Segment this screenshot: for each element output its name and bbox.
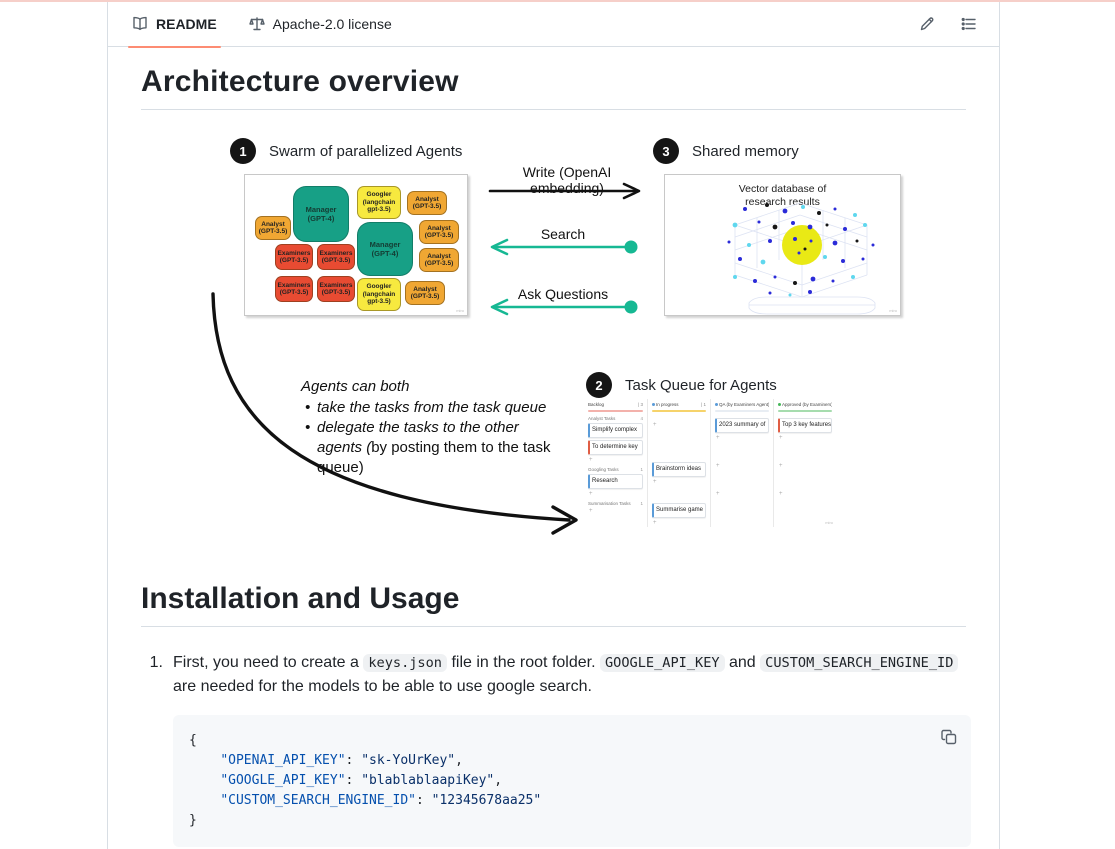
- inline-code-google-api-key: GOOGLE_API_KEY: [600, 654, 725, 672]
- task-card: Summarise game: [652, 503, 706, 518]
- agent-box: Manager(GPT-4): [357, 222, 413, 276]
- watermark: miro: [889, 308, 897, 313]
- step2-badge: 2: [586, 372, 612, 398]
- tab-license-label: Apache-2.0 license: [273, 16, 392, 32]
- agent-box: Googler(langchain gpt-3.5): [357, 186, 401, 219]
- agents-note-bullet: take the tasks from the task queue: [301, 398, 561, 418]
- readme-tabbar: README Apache-2.0 license: [108, 2, 999, 47]
- book-icon: [132, 16, 148, 32]
- install-step-1: 1. First, you need to create a keys.json…: [141, 651, 966, 699]
- tab-license[interactable]: Apache-2.0 license: [241, 2, 400, 47]
- kanban-column-approved: Approved (by Examiners)| 1 Top 3 key fea…: [773, 399, 836, 527]
- inline-code-search-engine-id: CUSTOM_SEARCH_ENGINE_ID: [760, 654, 958, 672]
- copy-code-button[interactable]: [935, 723, 963, 751]
- step1-badge: 1: [230, 138, 256, 164]
- task-card: Brainstorm ideas: [652, 462, 706, 477]
- kanban-column-qa: QA (by Examiners Agent)| 1 2023 summary …: [710, 399, 773, 527]
- inline-code-keys-json: keys.json: [363, 654, 447, 672]
- agent-box: Analyst(GPT-3.5): [419, 220, 459, 244]
- readme-body: Architecture overview 1 Swarm of paralle…: [108, 47, 999, 847]
- agents-note: Agents can both take the tasks from the …: [301, 377, 561, 478]
- readme-card: README Apache-2.0 license: [107, 2, 1000, 849]
- heading-installation: Installation and Usage: [141, 582, 966, 627]
- task-card: Top 3 key features: [778, 418, 832, 433]
- architecture-diagram: 1 Swarm of parallelized Agents Analyst(G…: [141, 122, 966, 542]
- agents-note-bullet: delegate the tasks to the other agents (…: [301, 418, 561, 478]
- task-card: Research: [588, 474, 643, 489]
- agent-box: Analyst(GPT-3.5): [419, 248, 459, 272]
- install-step-text: First, you need to create a keys.json fi…: [173, 651, 966, 699]
- tab-readme[interactable]: README: [124, 2, 225, 47]
- agent-box: Manager(GPT-4): [293, 186, 349, 242]
- search-arrow: [488, 239, 640, 255]
- list-icon: [961, 16, 977, 32]
- agent-box: Examiners(GPT-3.5): [317, 244, 355, 270]
- code-line: "GOOGLE_API_KEY": "blablablaapiKey",: [189, 771, 955, 791]
- step3-title: Shared memory: [692, 143, 799, 160]
- task-card: 2023 summary of: [715, 418, 769, 433]
- agent-box: Examiners(GPT-3.5): [275, 244, 313, 270]
- code-line: "OPENAI_API_KEY": "sk-YoUrKey",: [189, 751, 955, 771]
- write-arrow: [488, 183, 646, 199]
- vector-db-plot: [715, 197, 885, 315]
- task-queue-board: Backlog| 3 Analyst Tasks4 Simplify compl…: [584, 399, 840, 527]
- kanban-column-backlog: Backlog| 3 Analyst Tasks4 Simplify compl…: [584, 399, 647, 527]
- shared-memory-panel: Vector database of research results: [664, 174, 901, 316]
- copy-icon: [941, 729, 957, 745]
- agent-box: Analyst(GPT-3.5): [255, 216, 291, 240]
- kanban-column-in-progress: In progress| 1 + Brainstorm ideas + Summ…: [647, 399, 710, 527]
- pencil-icon: [919, 16, 935, 32]
- keys-json-code-block: { "OPENAI_API_KEY": "sk-YoUrKey", "GOOGL…: [173, 715, 971, 847]
- law-scales-icon: [249, 16, 265, 32]
- outline-toc-button[interactable]: [955, 10, 983, 38]
- agents-note-intro: Agents can both: [301, 377, 561, 397]
- code-line: "CUSTOM_SEARCH_ENGINE_ID": "12345678aa25…: [189, 791, 955, 811]
- heading-architecture: Architecture overview: [141, 65, 966, 110]
- list-marker: 1.: [141, 651, 173, 699]
- tab-readme-label: README: [156, 16, 217, 32]
- step2-title: Task Queue for Agents: [625, 377, 777, 394]
- agent-box: Analyst(GPT-3.5): [407, 191, 447, 215]
- step1-title: Swarm of parallelized Agents: [269, 143, 462, 160]
- task-card: Simplify complex: [588, 423, 643, 438]
- step3-badge: 3: [653, 138, 679, 164]
- task-card: To determine key: [588, 440, 643, 455]
- highlight-circle: [782, 225, 822, 265]
- code-line: {: [189, 731, 955, 751]
- code-line: }: [189, 811, 955, 831]
- edit-readme-button[interactable]: [913, 10, 941, 38]
- watermark: miro: [825, 520, 833, 525]
